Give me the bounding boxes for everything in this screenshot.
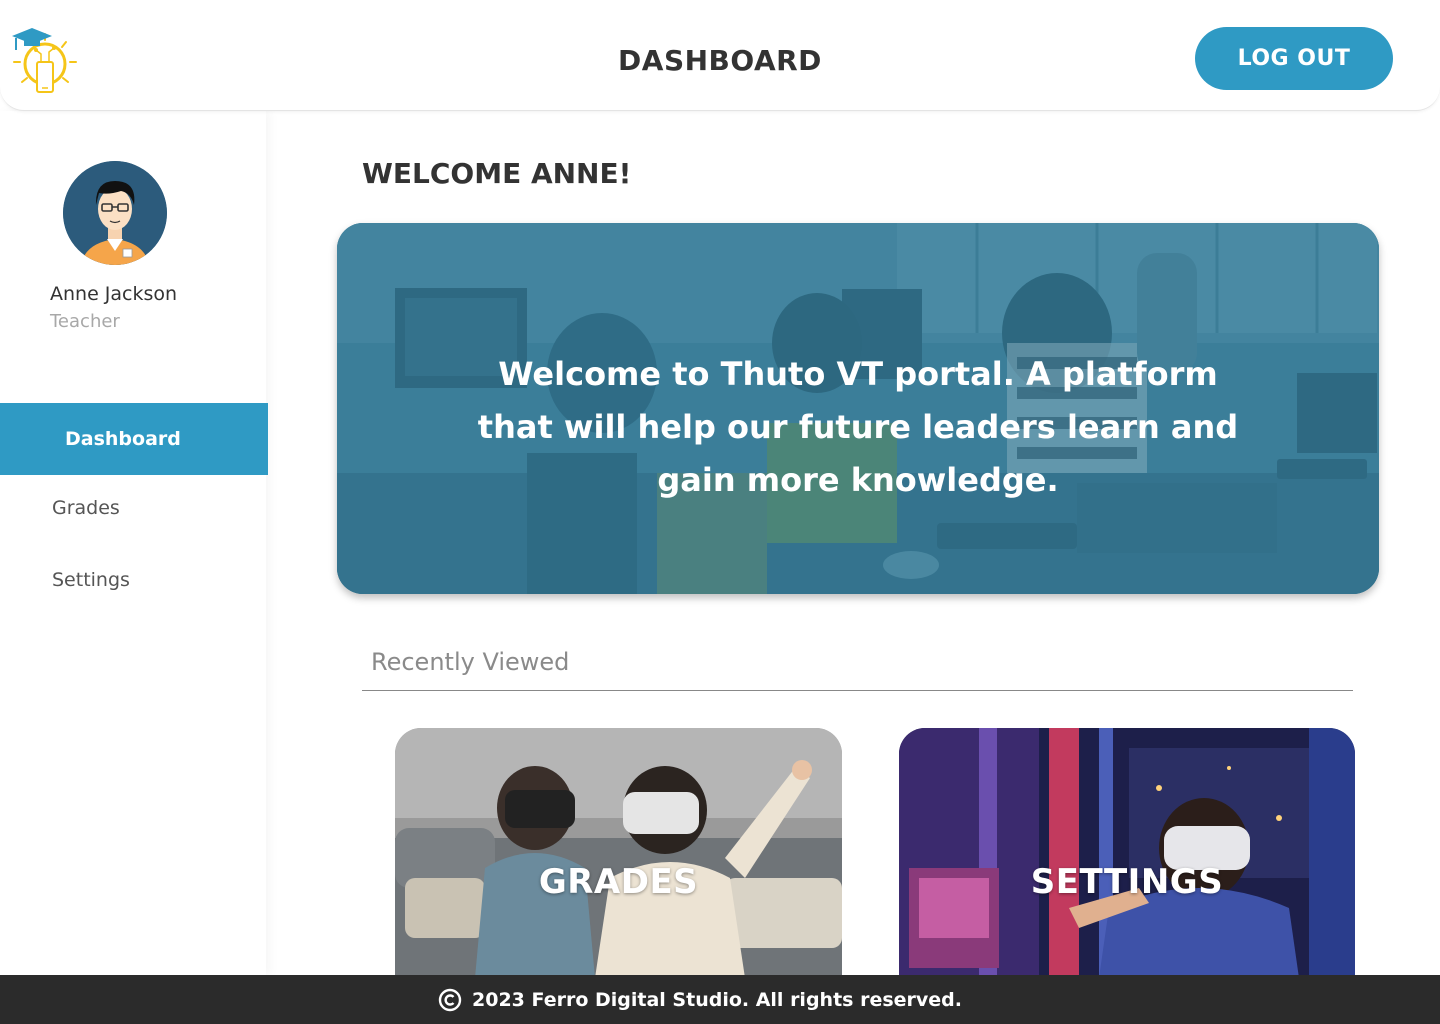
hero-welcome-text: Welcome to Thuto VT portal. A platform t… (477, 355, 1239, 499)
user-role: Teacher (50, 311, 120, 332)
hero-banner: Welcome to Thuto VT portal. A platform t… (337, 223, 1379, 594)
recently-viewed-label: Recently Viewed (371, 648, 570, 676)
teacher-avatar-icon (63, 161, 167, 265)
sidebar-item-dashboard[interactable]: Dashboard (0, 403, 268, 475)
welcome-heading: WELCOME ANNE! (362, 157, 632, 190)
kids-vr-image (395, 728, 842, 978)
top-header: DASHBOARD LOG OUT (0, 0, 1440, 111)
card-title: SETTINGS (1030, 862, 1224, 902)
card-title: GRADES (538, 862, 699, 902)
settings-card[interactable]: SETTINGS (899, 728, 1355, 978)
avatar (63, 161, 167, 265)
divider (362, 690, 1353, 691)
logout-button[interactable]: LOG OUT (1195, 27, 1393, 90)
sidebar-item-grades[interactable]: Grades (0, 472, 268, 544)
footer-text: 2023 Ferro Digital Studio. All rights re… (472, 988, 962, 1011)
sidebar-item-label: Grades (52, 497, 120, 519)
vr-user-image (899, 728, 1355, 978)
grades-card[interactable]: GRADES (395, 728, 842, 978)
footer: 2023 Ferro Digital Studio. All rights re… (0, 975, 1440, 1024)
sidebar-item-settings[interactable]: Settings (0, 544, 268, 616)
sidebar: Anne Jackson Teacher Dashboard Grades Se… (0, 111, 268, 975)
user-name: Anne Jackson (50, 283, 178, 305)
sidebar-item-label: Settings (52, 569, 130, 591)
sidebar-item-label: Dashboard (65, 428, 181, 450)
copyright-icon (438, 988, 462, 1011)
